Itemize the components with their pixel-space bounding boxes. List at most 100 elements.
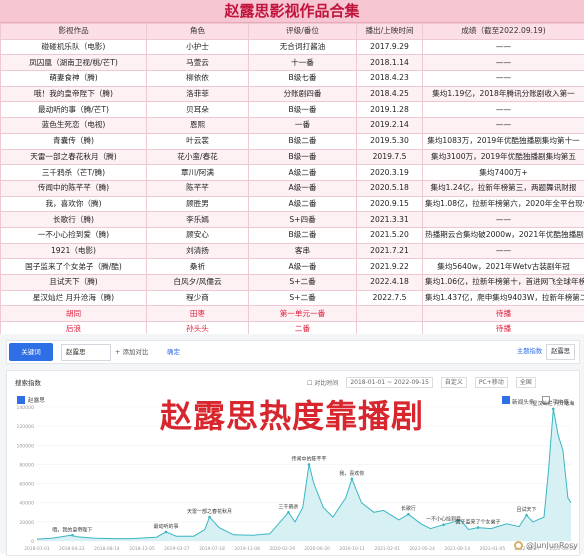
table-cell: 2021.9.22 bbox=[357, 259, 423, 275]
annotation-label: 传闻中的陈芊芊 bbox=[291, 455, 326, 462]
table-cell: 顾胜男 bbox=[147, 196, 249, 212]
watermark: @JunJunRosy bbox=[514, 541, 578, 550]
watermark-text: @JunJunRosy bbox=[526, 541, 578, 550]
table-cell: 恩熙 bbox=[147, 118, 249, 134]
annotation-point bbox=[208, 516, 211, 519]
table-cell: 集均1.08亿，拉新年榜第六，2020年全平台现偶年冠 bbox=[423, 196, 584, 212]
annotation-label: 哦，我的皇帝陛下 bbox=[52, 526, 92, 533]
table-cell: 三千鸦杀（芒T/腾) bbox=[1, 165, 147, 181]
table-cell: 2018.4.25 bbox=[357, 86, 423, 102]
table-row: 我，喜欢你（腾)顾胜男A级二番2020.9.15集均1.08亿，拉新年榜第六，2… bbox=[1, 196, 584, 212]
topic-index-label[interactable]: 主题指数 bbox=[517, 345, 542, 359]
table-cell: —— bbox=[423, 39, 584, 55]
table-cell: S+四番 bbox=[249, 212, 357, 228]
table-row: 一不小心捡到爱（腾)顾安心B级二番2021.5.20热播期云合集均破2000w，… bbox=[1, 227, 584, 243]
x-tick-label: 2020-10-11 bbox=[339, 546, 365, 552]
annotation-point bbox=[351, 477, 354, 480]
table-cell: 青囊传（腾) bbox=[1, 133, 147, 149]
table-header-cell: 成绩（截至2022.09.19) bbox=[423, 24, 584, 40]
table-cell: 陈芊芊 bbox=[147, 180, 249, 196]
table-row: 长歌行（腾)李乐嫣S+四番2021.3.31—— bbox=[1, 212, 584, 228]
table-cell: 2020.3.19 bbox=[357, 165, 423, 181]
table-cell: 萌妻食神（腾) bbox=[1, 71, 147, 87]
table-cell: 最动听的事（腾/芒T) bbox=[1, 102, 147, 118]
table-cell: 集均1.06亿，拉新年榜第十，首进网飞全球年榜的国产剧 bbox=[423, 275, 584, 291]
table-row: 国子监来了个女弟子（腾/酷)桑祈A级一番2021.9.22集均5640w，202… bbox=[1, 259, 584, 275]
table-cell: 2019.5.30 bbox=[357, 133, 423, 149]
y-tick-label: 0 bbox=[31, 539, 34, 545]
search-index-panel: 关键词 赵露思 + 添加对比 确定 主题指数 赵露思 搜索指数 ☐ 对比时间 2… bbox=[0, 334, 584, 554]
add-compare-button[interactable]: + 添加对比 bbox=[115, 345, 149, 359]
table-cell: 集均5640w，2021年Wetv古装剧年冠 bbox=[423, 259, 584, 275]
table-cell: 2020.9.15 bbox=[357, 196, 423, 212]
table-cell: 贝耳朵 bbox=[147, 102, 249, 118]
annotation-point bbox=[525, 514, 528, 517]
table-row: 1921（电影)刘清扬客串2021.7.21—— bbox=[1, 243, 584, 259]
works-table: 影视作品角色评级/番位播出/上映时间成绩（截至2022.09.19) 碰碰机乐队… bbox=[0, 23, 584, 338]
topic-index-group: 主题指数 赵露思 bbox=[517, 345, 575, 359]
annotation-point bbox=[308, 463, 311, 466]
annotation-point bbox=[442, 523, 445, 526]
table-cell: 集均1.19亿，2018年腾讯分账剧收入第一 bbox=[423, 86, 584, 102]
x-tick-label: 2018-04-23 bbox=[59, 546, 85, 552]
table-cell: 分账剧四番 bbox=[249, 86, 357, 102]
table-cell: 2019.1.28 bbox=[357, 102, 423, 118]
table-cell: 长歌行（腾) bbox=[1, 212, 147, 228]
table-cell: —— bbox=[423, 71, 584, 87]
table-cell: 2018.4.23 bbox=[357, 71, 423, 87]
x-tick-label: 2022-01-05 bbox=[480, 546, 506, 552]
confirm-button[interactable]: 确定 bbox=[167, 345, 180, 359]
annotation-point bbox=[287, 511, 290, 514]
table-cell: —— bbox=[423, 212, 584, 228]
table-cell: 2017.9.29 bbox=[357, 39, 423, 55]
topic-keyword-chip[interactable]: 赵露思 bbox=[546, 344, 575, 360]
table-cell: 待播 bbox=[423, 306, 584, 322]
table-cell: 洛菲菲 bbox=[147, 86, 249, 102]
table-cell: 2021.3.31 bbox=[357, 212, 423, 228]
x-tick-label: 2018-12-05 bbox=[129, 546, 155, 552]
table-cell: 碰碰机乐队（电影) bbox=[1, 39, 147, 55]
table-cell: 顾安心 bbox=[147, 227, 249, 243]
x-tick-label: 2021-02-01 bbox=[375, 546, 401, 552]
table-row: 最动听的事（腾/芒T)贝耳朵B级一番2019.1.28—— bbox=[1, 102, 584, 118]
table-cell: A级一番 bbox=[249, 259, 357, 275]
table-cell: 哦！我的皇帝陛下（腾) bbox=[1, 86, 147, 102]
table-row: 且试天下（腾)白风夕/风儒云S+二番2022.4.18集均1.06亿，拉新年榜第… bbox=[1, 275, 584, 291]
table-row: 星汉灿烂 月升沧海（腾)程少商S+二番2022.7.5集均1.437亿，爬申集均… bbox=[1, 290, 584, 306]
table-row: 天雷一部之春花秋月（腾)花小蛮/春花B级一番2019.7.5集均3100万，20… bbox=[1, 149, 584, 165]
y-tick-label: 100000 bbox=[16, 443, 34, 449]
annotation-point bbox=[71, 534, 74, 537]
table-cell: A级二番 bbox=[249, 165, 357, 181]
table-header-cell: 影视作品 bbox=[1, 24, 147, 40]
x-tick-label: 2020-02-29 bbox=[269, 546, 295, 552]
table-cell: —— bbox=[423, 102, 584, 118]
table-cell: 一不小心捡到爱（腾) bbox=[1, 227, 147, 243]
table-header-cell: 播出/上映时间 bbox=[357, 24, 423, 40]
x-tick-label: 2019-03-27 bbox=[164, 546, 190, 552]
table-cell: 2019.7.5 bbox=[357, 149, 423, 165]
table-cell: 2021.7.21 bbox=[357, 243, 423, 259]
table-cell: S+二番 bbox=[249, 275, 357, 291]
table-cell: 集均7400万+ bbox=[423, 165, 584, 181]
table-cell: B级七番 bbox=[249, 71, 357, 87]
table-cell: 集均1083万，2019年优酷独播剧集均第十一 bbox=[423, 133, 584, 149]
tab-keyword[interactable]: 关键词 bbox=[9, 343, 53, 361]
table-cell: B级一番 bbox=[249, 149, 357, 165]
table-cell: 小护士 bbox=[147, 39, 249, 55]
annotation-label: 国子监来了个女弟子 bbox=[456, 519, 501, 526]
table-cell: —— bbox=[423, 55, 584, 71]
table-row: 传闻中的陈芊芊（腾)陈芊芊A级一番2020.5.18集均1.24亿，拉新年榜第三… bbox=[1, 180, 584, 196]
table-title: 赵露思影视作品合集 bbox=[0, 0, 584, 23]
table-cell: S+二番 bbox=[249, 290, 357, 306]
keyword-input[interactable]: 赵露思 bbox=[61, 344, 111, 361]
x-tick-label: 2019-07-18 bbox=[199, 546, 225, 552]
table-cell bbox=[357, 306, 423, 322]
table-cell: 白风夕/风儒云 bbox=[147, 275, 249, 291]
table-cell: —— bbox=[423, 243, 584, 259]
annotation-point bbox=[407, 513, 410, 516]
y-tick-label: 40000 bbox=[19, 501, 34, 507]
annotation-label: 三千鸦杀 bbox=[278, 503, 298, 510]
table-cell: 柳依依 bbox=[147, 71, 249, 87]
table-cell: 花小蛮/春花 bbox=[147, 149, 249, 165]
table-cell: 客串 bbox=[249, 243, 357, 259]
